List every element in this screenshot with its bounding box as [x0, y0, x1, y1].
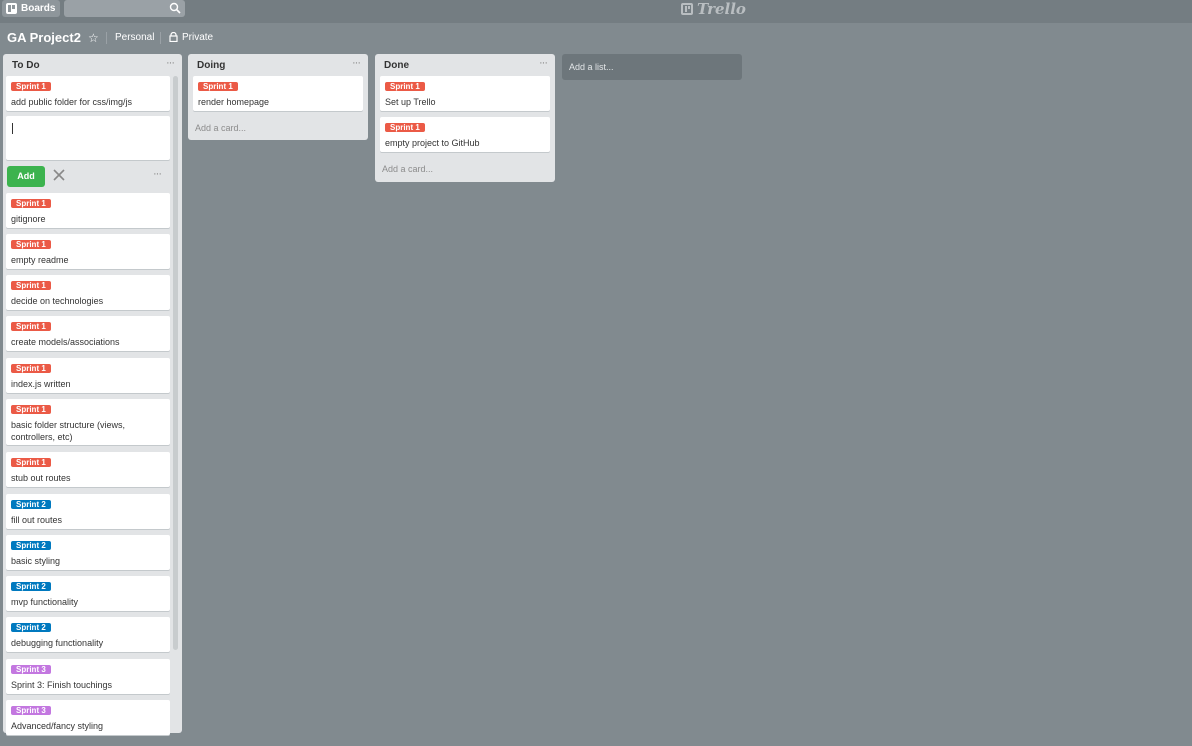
search-icon[interactable]	[169, 2, 181, 14]
top-header: Boards Trello	[0, 0, 1192, 23]
card-label: Sprint 1	[11, 240, 51, 249]
card[interactable]: Sprint 1 add public folder for css/img/j…	[6, 76, 170, 111]
boards-label: Boards	[21, 3, 56, 14]
card-title: empty project to GitHub	[385, 138, 480, 148]
card[interactable]: Sprint 1 empty readme	[6, 234, 170, 269]
card-title: debugging functionality	[11, 638, 104, 648]
add-card-button[interactable]: Add	[7, 166, 45, 187]
card-label: Sprint 1	[11, 458, 51, 467]
card[interactable]: Sprint 1 empty project to GitHub	[380, 117, 550, 152]
search-input[interactable]	[64, 0, 185, 17]
card-title: basic folder structure (views, controlle…	[11, 420, 126, 442]
card-label: Sprint 1	[11, 82, 51, 91]
card-label: Sprint 2	[11, 582, 51, 591]
card-title: Set up Trello	[385, 97, 436, 107]
text-caret	[12, 123, 13, 134]
card-label: Sprint 1	[385, 82, 425, 91]
card-title: decide on technologies	[11, 296, 104, 306]
card-label: Sprint 1	[11, 322, 51, 331]
card-label: Sprint 1	[11, 199, 51, 208]
team-button[interactable]: Personal	[115, 32, 154, 43]
card-composer-textarea[interactable]	[6, 116, 170, 160]
card-title: basic styling	[11, 556, 61, 566]
card[interactable]: Sprint 1 index.js written	[6, 358, 170, 393]
card[interactable]: Sprint 2 basic styling	[6, 535, 170, 570]
card-title: mvp functionality	[11, 597, 79, 607]
card[interactable]: Sprint 1 render homepage	[193, 76, 363, 111]
list-title[interactable]: Done	[384, 60, 409, 71]
card-label: Sprint 1	[11, 364, 51, 373]
card[interactable]: Sprint 2 mvp functionality	[6, 576, 170, 611]
card-label: Sprint 2	[11, 541, 51, 550]
list-menu-icon[interactable]: ···	[166, 57, 175, 69]
lock-icon	[169, 32, 178, 42]
card[interactable]: Sprint 1 create models/associations	[6, 316, 170, 351]
trello-logo[interactable]: Trello	[681, 0, 746, 18]
divider	[160, 32, 161, 44]
boards-icon	[6, 3, 17, 14]
card-label: Sprint 1	[198, 82, 238, 91]
card[interactable]: Sprint 2 fill out routes	[6, 494, 170, 529]
card[interactable]: Sprint 1 gitignore	[6, 193, 170, 228]
list-title[interactable]: Doing	[197, 60, 225, 71]
boards-button[interactable]: Boards	[2, 0, 60, 17]
add-card-link[interactable]: Add a card...	[382, 164, 433, 174]
list-menu-icon[interactable]: ···	[539, 57, 548, 69]
trello-logo-icon	[681, 3, 693, 15]
list-menu-icon[interactable]: ···	[352, 57, 361, 69]
card-label: Sprint 1	[11, 405, 51, 414]
list-title[interactable]: To Do	[12, 60, 40, 71]
card[interactable]: Sprint 1 stub out routes	[6, 452, 170, 487]
card[interactable]: Sprint 1 decide on technologies	[6, 275, 170, 310]
card-title: stub out routes	[11, 473, 71, 483]
card-label: Sprint 2	[11, 623, 51, 632]
trello-logo-text: Trello	[697, 0, 746, 18]
card-label: Sprint 3	[11, 665, 51, 674]
card-title: Advanced/fancy styling	[11, 721, 104, 731]
card-title: render homepage	[198, 97, 270, 107]
composer-options-icon[interactable]: ···	[153, 168, 162, 180]
card-label: Sprint 2	[11, 500, 51, 509]
board-title[interactable]: GA Project2	[7, 30, 81, 45]
divider	[106, 32, 107, 44]
star-icon[interactable]: ☆	[88, 31, 99, 45]
card-label: Sprint 3	[11, 706, 51, 715]
card-title: Sprint 3: Finish touchings	[11, 680, 113, 690]
card[interactable]: Sprint 2 debugging functionality	[6, 617, 170, 652]
card-label: Sprint 1	[385, 123, 425, 132]
card-title: gitignore	[11, 214, 46, 224]
close-icon[interactable]	[53, 169, 65, 181]
board-header: GA Project2 ☆ Personal Private	[0, 28, 600, 48]
card[interactable]: Sprint 1 basic folder structure (views, c…	[6, 399, 170, 445]
add-list-button[interactable]: Add a list...	[562, 54, 742, 80]
card-title: index.js written	[11, 379, 71, 389]
card[interactable]: Sprint 3 Advanced/fancy styling	[6, 700, 170, 735]
card[interactable]: Sprint 3 Sprint 3: Finish touchings	[6, 659, 170, 694]
card-title: create models/associations	[11, 337, 120, 347]
privacy-button[interactable]: Private	[182, 32, 213, 43]
card[interactable]: Sprint 1 Set up Trello	[380, 76, 550, 111]
card-label: Sprint 1	[11, 281, 51, 290]
card-title: add public folder for css/img/js	[11, 97, 133, 107]
list-scrollbar[interactable]	[173, 76, 178, 650]
card-title: empty readme	[11, 255, 69, 265]
card-title: fill out routes	[11, 515, 63, 525]
add-card-link[interactable]: Add a card...	[195, 123, 246, 133]
